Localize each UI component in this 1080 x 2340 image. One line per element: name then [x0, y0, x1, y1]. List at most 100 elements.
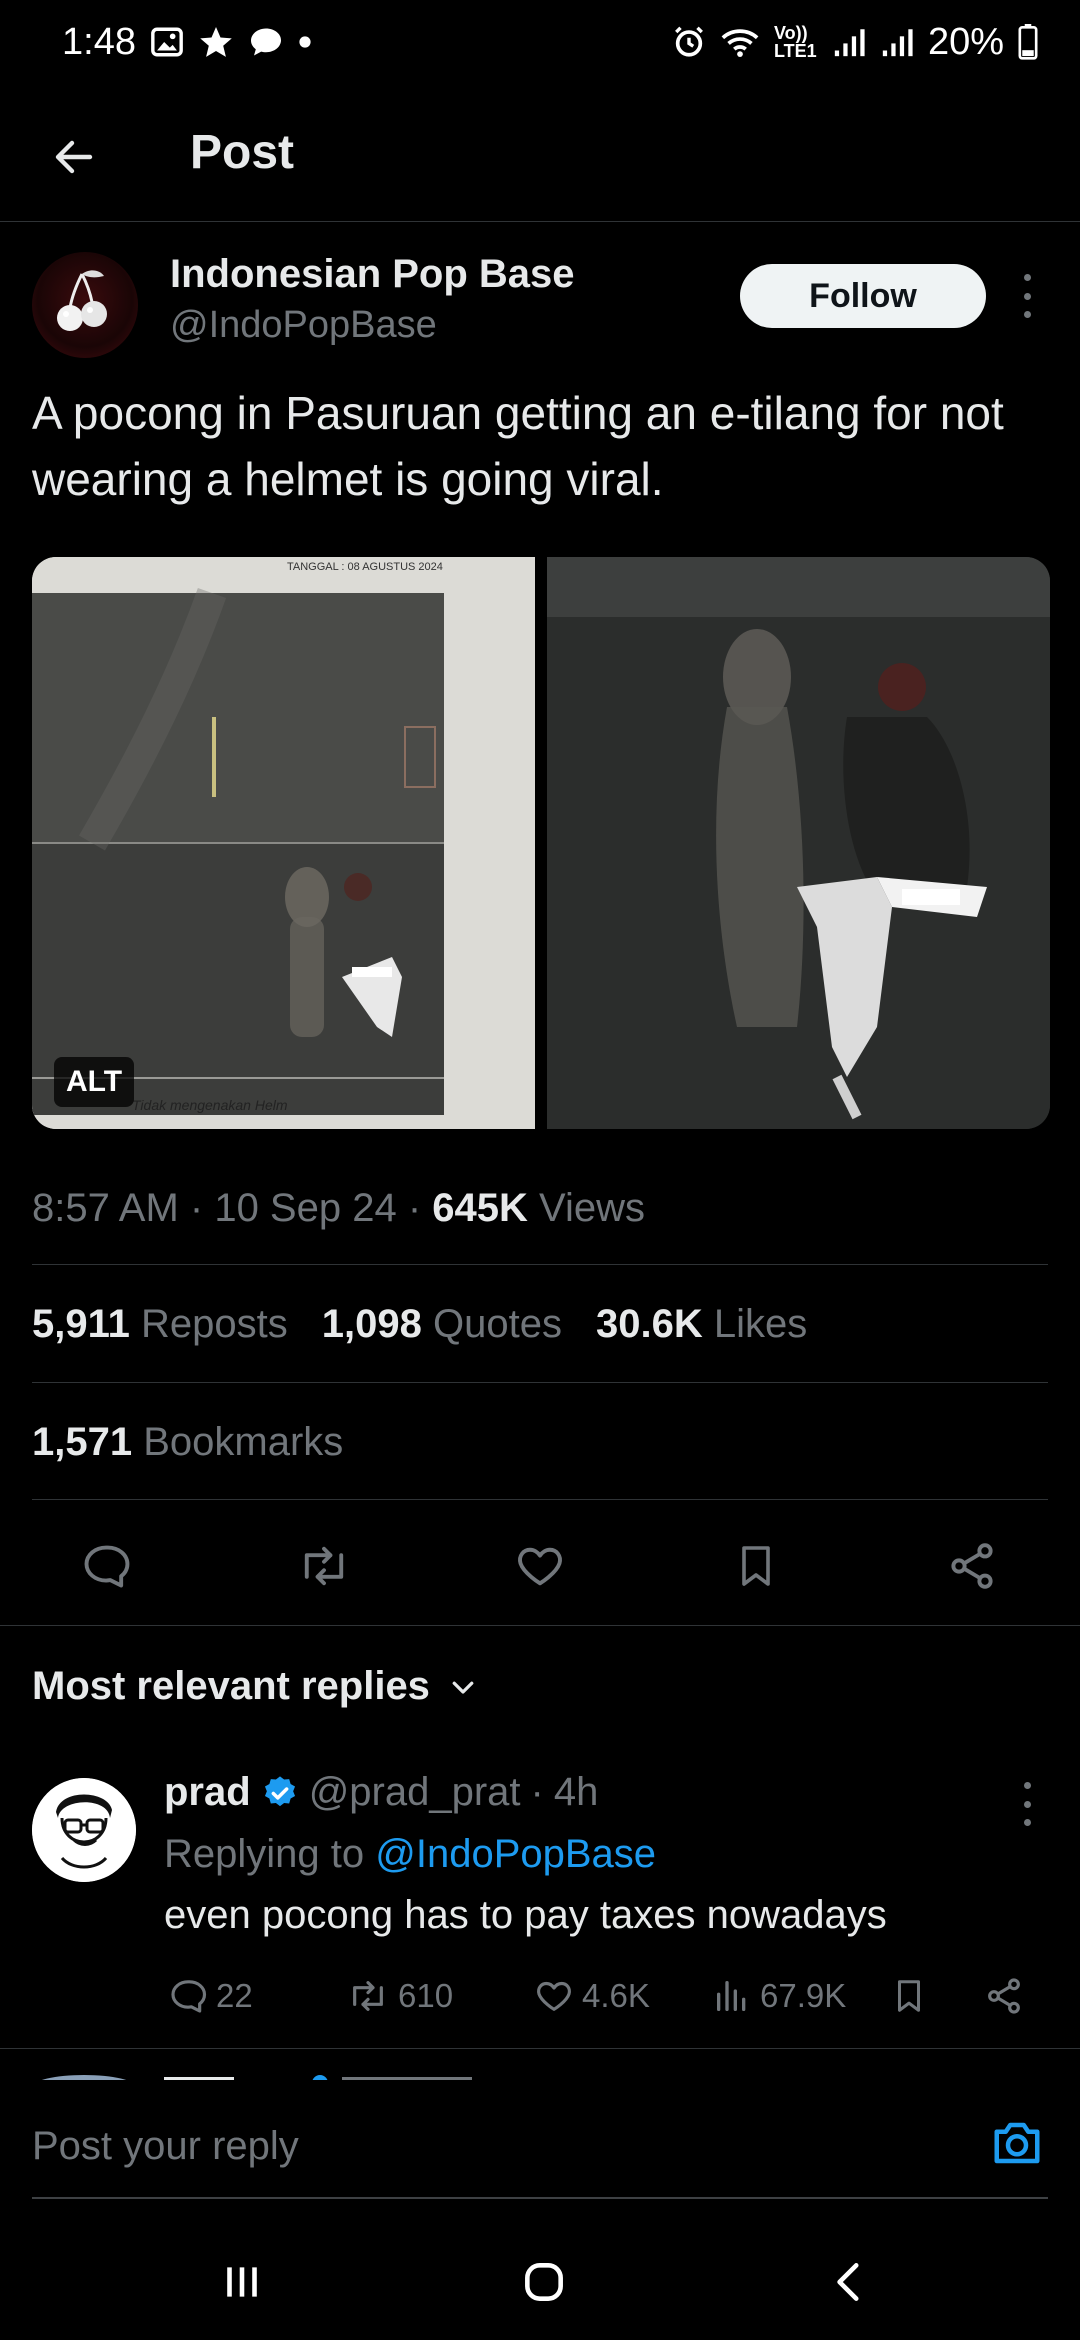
ticket-date-text: TANGGAL : 08 AGUSTUS 2024 [287, 561, 443, 573]
reply-like-button[interactable]: 4.6K [534, 1968, 650, 2024]
like-button[interactable] [512, 1538, 568, 1594]
arrow-left-icon [55, 140, 93, 174]
post-text: A pocong in Pasuruan getting an e-tilang… [32, 387, 1004, 505]
meta-separator: · [407, 1186, 433, 1230]
bookmark-stats: 1,571 Bookmarks [32, 1420, 343, 1465]
comment-icon [84, 1545, 130, 1588]
repost-icon [353, 1981, 383, 2011]
bookmark-icon [897, 1980, 921, 2012]
bookmark-button[interactable] [728, 1538, 784, 1594]
next-reply-peek [32, 2070, 1052, 2080]
reply-author-name[interactable]: prad [164, 1770, 251, 1815]
reply-author-handle[interactable]: @prad_prat [309, 1770, 521, 1815]
follow-button[interactable]: Follow [740, 264, 986, 328]
reply-repost-count: 610 [398, 1977, 454, 2014]
engagement-stats: 5,911 Reposts 1,098 Quotes 30.6K Likes [32, 1302, 807, 1347]
reply-composer: Post your reply [0, 2080, 1080, 2220]
alarm-icon [672, 25, 706, 59]
reply-more-options-button[interactable] [1016, 1782, 1038, 1826]
actions-divider [0, 1625, 1080, 1626]
media-image-right[interactable] [547, 557, 1050, 1129]
chevron-left-icon [837, 2263, 859, 2301]
cartoon-face-avatar-icon [32, 1778, 136, 1882]
post-more-options-button[interactable] [1016, 274, 1038, 318]
reply-divider [0, 2048, 1080, 2049]
signal-strength-icon-1 [832, 25, 866, 59]
dot-indicator-icon [298, 35, 312, 49]
reply-comment-button[interactable]: 22 [168, 1968, 253, 2024]
home-button[interactable] [512, 2250, 576, 2314]
system-navigation-bar [0, 2220, 1080, 2340]
reply-views-button[interactable]: 67.9K [712, 1968, 846, 2024]
replying-to-mention[interactable]: @IndoPopBase [375, 1832, 656, 1876]
verified-badge-icon [264, 1775, 295, 1806]
author-avatar[interactable] [32, 252, 138, 358]
heart-icon [537, 1981, 571, 2011]
heart-icon [518, 1547, 562, 1586]
share-icon [988, 1978, 1020, 2014]
post-time: 8:57 AM [32, 1186, 179, 1230]
reply-action-bar: 22 610 4.6K 67.9K [164, 1968, 1054, 2024]
bookmarks-divider [32, 1499, 1048, 1500]
chat-notification-icon [248, 24, 284, 60]
more-dot-icon [1023, 292, 1031, 300]
analytics-bar-chart-icon [717, 1981, 746, 2011]
more-dot-icon [1023, 274, 1031, 281]
reply-avatar[interactable] [32, 1778, 136, 1882]
likes-stat[interactable]: 30.6K Likes [596, 1302, 807, 1347]
media-image-left[interactable]: TANGGAL : 08 AGUSTUS 2024 Tidak mengenak… [32, 557, 535, 1129]
reply-share-button[interactable] [984, 1968, 1024, 2024]
reply-input[interactable]: Post your reply [32, 2124, 299, 2169]
likes-label: Likes [713, 1302, 808, 1346]
meta-divider [32, 1264, 1048, 1265]
quotes-stat[interactable]: 1,098 Quotes [322, 1302, 562, 1347]
share-button[interactable] [944, 1538, 1000, 1594]
quotes-count: 1,098 [321, 1302, 422, 1346]
camera-button[interactable] [990, 2116, 1044, 2170]
star-notification-icon [198, 24, 234, 60]
composer-underline [32, 2197, 1048, 2199]
replying-to-line: Replying to @IndoPopBase [164, 1832, 656, 1877]
status-bar-left: 1:48 [62, 21, 312, 64]
gallery-notification-icon [150, 25, 184, 59]
repost-icon [304, 1546, 344, 1586]
bookmarks-label: Bookmarks [143, 1420, 344, 1464]
camera-icon [994, 2122, 1040, 2164]
status-bar: 1:48 Vo)) LTE1 20% [0, 0, 1080, 84]
reply-bookmark-button[interactable] [890, 1968, 928, 2024]
reply-header: prad @prad_prat · 4h [164, 1770, 598, 1815]
reply-separator: · [530, 1770, 544, 1814]
reply-button[interactable] [78, 1538, 134, 1594]
replies-sort-dropdown[interactable]: Most relevant replies [32, 1664, 478, 1709]
replying-prefix: Replying to [164, 1832, 365, 1876]
share-icon [951, 1543, 993, 1589]
replies-sort-label: Most relevant replies [32, 1664, 430, 1708]
status-bar-right: Vo)) LTE1 20% [672, 21, 1038, 64]
alt-text-badge[interactable]: ALT [54, 1057, 135, 1107]
reply-text: even pocong has to pay taxes nowadays [164, 1893, 887, 1937]
signal-strength-icon-2 [880, 25, 914, 59]
reply-time: 4h [553, 1770, 599, 1814]
post-views-count: 645K [432, 1186, 528, 1230]
reposts-stat[interactable]: 5,911 Reposts [32, 1302, 288, 1347]
post-date: 10 Sep 24 [214, 1186, 397, 1230]
back-button[interactable] [44, 127, 104, 187]
bookmarks-stat[interactable]: 1,571 Bookmarks [32, 1420, 343, 1465]
post-meta: 8:57 AM · 10 Sep 24 · 645K Views [32, 1186, 645, 1231]
recent-apps-button[interactable] [210, 2250, 274, 2314]
reposts-label: Reposts [141, 1302, 288, 1346]
meta-separator: · [189, 1186, 215, 1230]
repost-button[interactable] [296, 1538, 352, 1594]
bookmark-icon [742, 1546, 770, 1586]
more-dot-icon [1023, 311, 1031, 318]
post-action-bar [0, 1524, 1080, 1604]
author-handle[interactable]: @IndoPopBase [170, 304, 437, 347]
system-back-button[interactable] [818, 2250, 882, 2314]
cherry-logo-icon [57, 270, 107, 331]
reply-repost-button[interactable]: 610 [346, 1968, 453, 2024]
author-name[interactable]: Indonesian Pop Base [170, 252, 575, 297]
night-motorcycle-illustration [547, 557, 1050, 1129]
status-time: 1:48 [62, 20, 136, 63]
battery-icon [1018, 24, 1038, 60]
ticket-caption-text: Tidak mengenakan Helm [132, 1097, 288, 1113]
